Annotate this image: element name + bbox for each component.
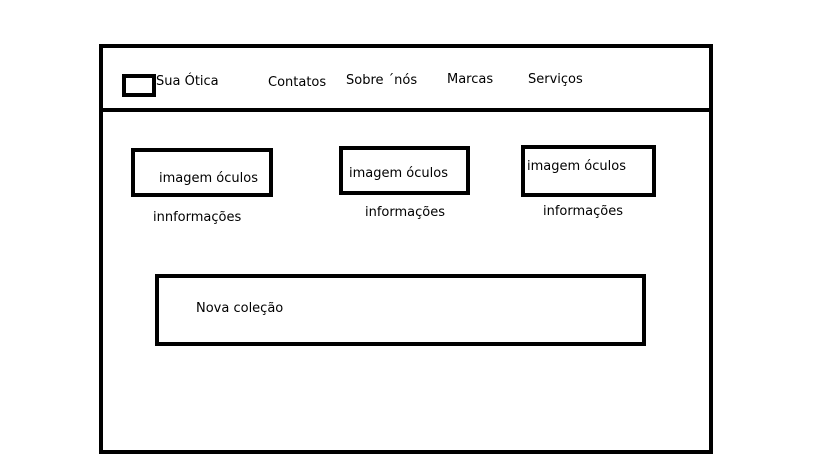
page-frame xyxy=(99,44,713,454)
product-image-label-1: imagem óculos xyxy=(159,171,258,186)
nav-marcas[interactable]: Marcas xyxy=(447,72,493,88)
header-divider xyxy=(99,108,713,112)
product-image-label-2: imagem óculos xyxy=(349,166,448,181)
nav-servicos[interactable]: Serviços xyxy=(528,72,583,88)
product-info-1: innformações xyxy=(153,210,242,225)
product-info-2: informações xyxy=(365,205,445,220)
banner-label: Nova coleção xyxy=(196,301,284,316)
product-image-label-3: imagem óculos xyxy=(527,159,626,174)
logo-icon[interactable] xyxy=(122,74,156,97)
nav-sobre-nos[interactable]: Sobre ´nós xyxy=(346,73,417,89)
brand-name[interactable]: Sua Ótica xyxy=(156,74,219,90)
product-info-3: informações xyxy=(543,204,623,219)
nav-contatos[interactable]: Contatos xyxy=(268,75,326,91)
